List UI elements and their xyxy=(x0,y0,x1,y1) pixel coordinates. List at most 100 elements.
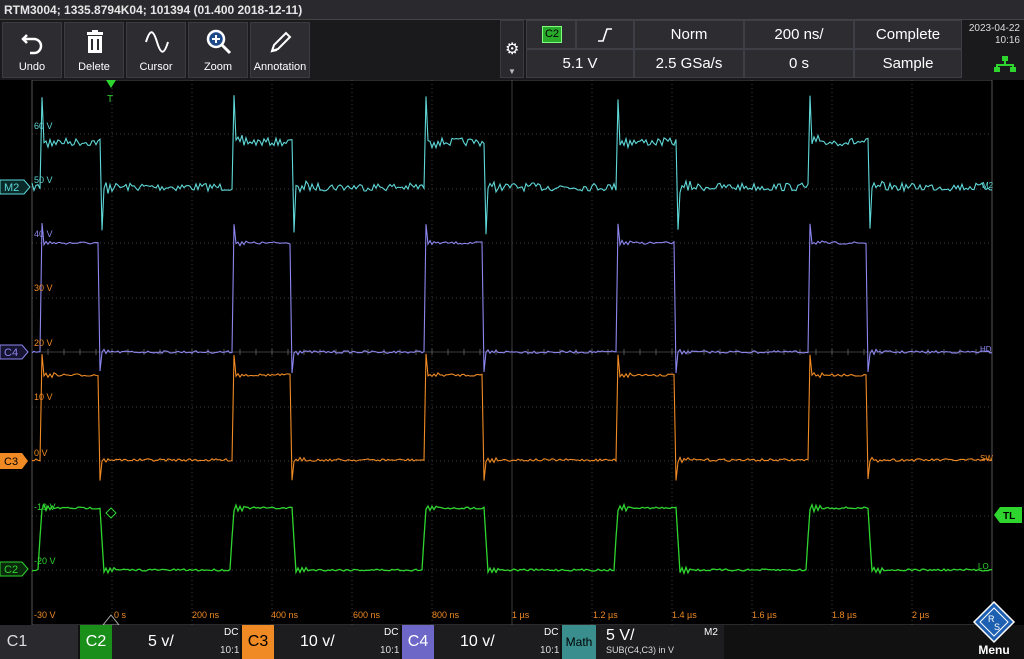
hd-end-label: HD xyxy=(980,345,992,354)
c2-channel-box[interactable]: C2 5 v/ DC 10:1 xyxy=(80,625,240,659)
y-label: 60 V xyxy=(34,121,53,131)
c2-marker[interactable]: C2 xyxy=(0,561,29,577)
y-label: 50 V xyxy=(34,175,53,185)
sw-end-label: SW xyxy=(980,454,993,463)
trigger-level-label: TL xyxy=(1003,511,1015,522)
c2-marker-label: C2 xyxy=(4,564,18,576)
x-label: 2 µs xyxy=(912,610,930,620)
cursor-label: Cursor xyxy=(139,61,173,73)
m2-end-label: M2 xyxy=(982,181,994,190)
x-label: 1.4 µs xyxy=(672,610,697,620)
c2-coupling: DC xyxy=(224,627,239,638)
cursor-button[interactable]: Cursor xyxy=(126,22,186,78)
delete-label: Delete xyxy=(78,61,110,73)
c4-coupling: DC xyxy=(544,627,559,638)
trace-end-labels: M2 HD SW LO xyxy=(978,181,994,571)
lo-end-label: LO xyxy=(978,562,989,571)
y-label: 10 V xyxy=(34,392,53,402)
c3-tag: C3 xyxy=(242,625,274,659)
c3-scale: 10 v/ xyxy=(300,633,335,650)
zoom-icon xyxy=(206,29,232,55)
c4-ratio: 10:1 xyxy=(540,645,560,656)
horizontal-position-cell[interactable]: 0 s xyxy=(744,49,854,78)
channel-bar: C1 C2 5 v/ DC 10:1 C3 10 v/ DC 10:1 C4 1… xyxy=(0,625,1024,659)
c4-tag: C4 xyxy=(402,625,434,659)
menu-label: Menu xyxy=(978,643,1010,657)
c2-ratio: 10:1 xyxy=(220,645,240,656)
title-bar: RTM3004; 1335.8794K04; 101394 (01.400 20… xyxy=(0,0,1024,20)
x-label: 1.8 µs xyxy=(832,610,857,620)
dropdown-arrow-icon: ▼ xyxy=(508,67,516,76)
zoom-button[interactable]: Zoom xyxy=(188,22,248,78)
y-label: 20 V xyxy=(34,338,53,348)
pencil-icon xyxy=(270,31,292,53)
date-time-panel: 2023-04-22 10:16 xyxy=(966,20,1024,80)
sample-rate-cell[interactable]: 2.5 GSa/s xyxy=(634,49,744,78)
x-label: 0 s xyxy=(114,610,127,620)
trigger-source-badge: C2 xyxy=(542,26,562,43)
timebase-cell[interactable]: 200 ns/ xyxy=(744,20,854,49)
math-expression: SUB(C4,C3) in V xyxy=(606,645,675,655)
time-text: 10:16 xyxy=(994,35,1020,46)
y-axis-labels: 60 V 50 V 40 V 30 V 20 V 10 V 0 V -10 V … xyxy=(34,121,56,620)
annotation-button[interactable]: Annotation xyxy=(250,22,310,78)
m2-marker-label: M2 xyxy=(4,182,19,194)
trigger-level-marker[interactable]: TL xyxy=(994,507,1022,523)
math-name: M2 xyxy=(704,627,718,638)
math-channel-box[interactable]: Math 5 V/ SUB(C4,C3) in V M2 xyxy=(562,625,724,659)
trigger-slope-cell[interactable] xyxy=(576,20,634,49)
zoom-label: Zoom xyxy=(203,61,233,73)
c4-channel-box[interactable]: C4 10 v/ DC 10:1 xyxy=(402,625,560,659)
c4-marker[interactable]: C4 xyxy=(0,344,29,360)
rs-logo-icon: R S xyxy=(972,600,1016,644)
c2-tag: C2 xyxy=(80,625,112,659)
trigger-level-cell[interactable]: 5.1 V xyxy=(526,49,634,78)
delete-button[interactable]: Delete xyxy=(64,22,124,78)
trigger-mode-cell[interactable]: Norm xyxy=(634,20,744,49)
y-label: 0 V xyxy=(34,448,48,458)
trigger-time-marker[interactable]: T xyxy=(106,80,116,105)
y-label: -10 V xyxy=(34,502,56,512)
y-label: 30 V xyxy=(34,283,53,293)
c3-coupling: DC xyxy=(384,627,399,638)
date-text: 2023-04-22 xyxy=(968,23,1020,34)
x-label: 200 ns xyxy=(192,610,220,620)
cursor-wave-icon xyxy=(145,31,169,53)
c3-marker[interactable]: C3 xyxy=(0,453,28,469)
x-label: 400 ns xyxy=(271,610,299,620)
x-label: 600 ns xyxy=(353,610,381,620)
network-icon xyxy=(994,56,1016,72)
trigger-point-marker xyxy=(105,507,117,519)
waveform-display[interactable]: 60 V 50 V 40 V 30 V 20 V 10 V 0 V -10 V … xyxy=(0,80,1024,625)
acquisition-status-cell[interactable]: Complete xyxy=(854,20,962,49)
settings-button[interactable]: ⚙ ▼ xyxy=(500,20,524,78)
undo-icon xyxy=(21,34,43,55)
c4-scale: 10 v/ xyxy=(460,633,495,650)
instrument-title: RTM3004; 1335.8794K04; 101394 (01.400 20… xyxy=(4,3,303,17)
x-axis-labels: 0 s 200 ns 400 ns 600 ns 800 ns 1 µs 1.2… xyxy=(114,610,930,620)
undo-button[interactable]: Undo xyxy=(2,22,62,78)
c3-ratio: 10:1 xyxy=(380,645,400,656)
gear-icon: ⚙ xyxy=(505,41,520,58)
c1-channel-box[interactable]: C1 xyxy=(0,625,78,659)
y-label: -20 V xyxy=(34,556,56,566)
acquisition-mode-cell[interactable]: Sample xyxy=(854,49,962,78)
x-label: 800 ns xyxy=(432,610,460,620)
trash-icon xyxy=(87,30,103,53)
rising-edge-icon xyxy=(598,28,612,42)
c3-marker-label: C3 xyxy=(4,456,18,468)
annotation-label: Annotation xyxy=(253,61,307,73)
c3-channel-box[interactable]: C3 10 v/ DC 10:1 xyxy=(242,625,400,659)
x-label: 1 µs xyxy=(512,610,530,620)
math-tag: Math xyxy=(562,625,596,659)
svg-text:S: S xyxy=(994,622,1000,632)
y-label: -30 V xyxy=(34,610,56,620)
c4-marker-label: C4 xyxy=(4,347,18,359)
undo-label: Undo xyxy=(18,61,46,73)
trigger-t-label: T xyxy=(107,94,113,105)
c2-scale: 5 v/ xyxy=(148,633,174,650)
x-label: 1.6 µs xyxy=(752,610,777,620)
m2-marker[interactable]: M2 xyxy=(0,179,31,195)
menu-button[interactable]: R S Menu xyxy=(964,600,1024,659)
y-label: 40 V xyxy=(34,229,53,239)
